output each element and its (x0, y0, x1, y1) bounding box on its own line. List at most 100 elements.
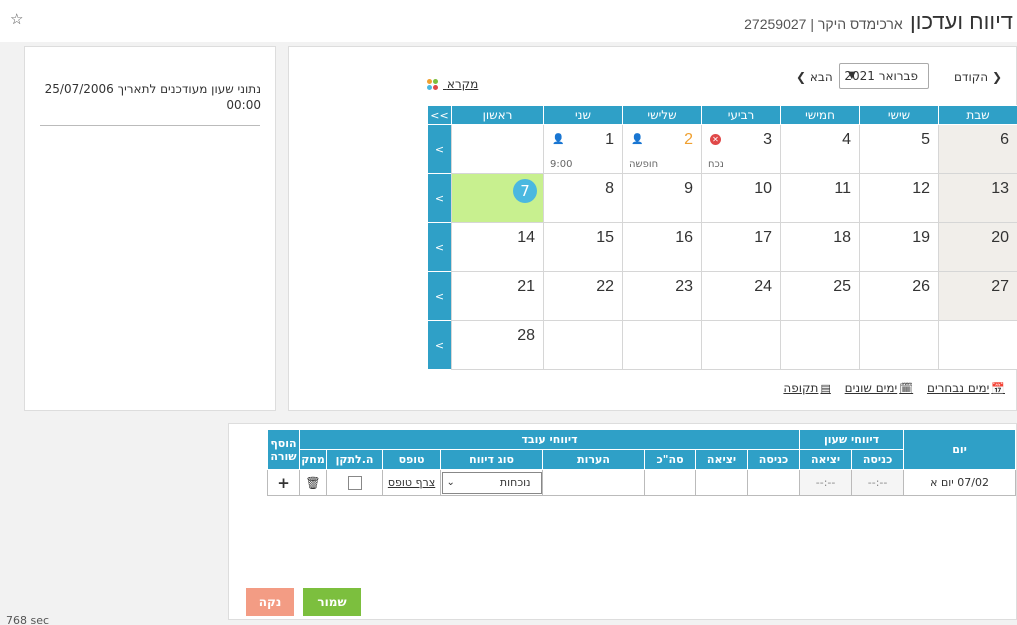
to-fix-checkbox[interactable] (347, 475, 362, 490)
row-fix-cell (326, 469, 384, 496)
page-title-main: דיווח ועדכון (910, 9, 1013, 34)
day-cell[interactable]: 27 (938, 271, 1017, 321)
star-icon[interactable]: ☆ (10, 10, 23, 28)
col-total: סה"כ (644, 449, 697, 470)
page-subtitle: ארכימדס היקר | 27259027 (744, 16, 903, 32)
week-expand-button[interactable]: > (427, 173, 452, 223)
calendar-icon: 📅 (991, 382, 1005, 395)
person-icon: 👤 (631, 134, 644, 145)
day-cell[interactable]: 21 (451, 271, 544, 321)
day-cell[interactable]: 24 (701, 271, 781, 321)
col-exit: יציאה (695, 449, 749, 470)
day-cell-empty (859, 320, 939, 370)
calendar-week-row: 28 > (427, 320, 1017, 370)
day-number: 8 (605, 180, 614, 197)
range-links: 📅ימים נבחרים 🗓ימים שונים ▤תקופה (769, 381, 1005, 395)
day-cell-empty (701, 320, 781, 370)
list-icon: ▤ (820, 382, 831, 395)
day-number: 9 (684, 180, 693, 197)
week-expand-button[interactable]: > (427, 320, 452, 370)
various-days-link[interactable]: 🗓ימים שונים (845, 381, 914, 395)
day-cell[interactable]: 8 (543, 173, 623, 223)
attach-form-link[interactable]: צרף טופס (388, 476, 435, 489)
report-table: יום דיווחי שעון דיווחי עובד הוסף שורה כנ… (267, 429, 1017, 496)
day-cell-today[interactable]: 7 (451, 173, 544, 223)
group-employee-reports: דיווחי עובד (298, 429, 801, 450)
day-number: 10 (754, 180, 772, 197)
day-cell[interactable]: 18 (780, 222, 860, 272)
day-cell[interactable]: 26 (859, 271, 939, 321)
day-number: 6 (1000, 131, 1009, 148)
table-row: 07/02 יום א --:-- --:-- נוכחות ⌄ צרף טופ… (267, 469, 1017, 496)
day-number: 14 (517, 229, 535, 246)
day-cell[interactable]: 19 (859, 222, 939, 272)
col-report-type: סוג דיווח (440, 449, 544, 470)
day-cell[interactable]: 12 (859, 173, 939, 223)
day-number: 5 (921, 131, 930, 148)
elapsed-timer: 768 sec (6, 614, 50, 625)
col-to-fix: ה.לתקן (326, 449, 384, 470)
save-button[interactable]: שמור (303, 588, 361, 616)
day-cell[interactable]: 13 (938, 173, 1017, 223)
day-cell[interactable]: 10 (701, 173, 781, 223)
day-cell[interactable]: 5 (859, 124, 939, 174)
week-expand-button[interactable]: > (427, 222, 452, 272)
day-cell[interactable]: 6 (938, 124, 1017, 174)
day-cell[interactable]: 1 👤 9:00 (543, 124, 623, 174)
day-cell[interactable]: 3 ✕ נכח (701, 124, 781, 174)
day-cell[interactable]: 25 (780, 271, 860, 321)
day-number: 12 (912, 180, 930, 197)
error-icon: ✕ (710, 134, 721, 145)
day-cell[interactable]: 4 (780, 124, 860, 174)
day-cell-empty (543, 320, 623, 370)
expand-weeks-button[interactable]: >> (427, 105, 452, 125)
week-expand-button[interactable]: > (427, 271, 452, 321)
day-number: 28 (517, 327, 535, 344)
period-link[interactable]: ▤תקופה (783, 381, 830, 395)
report-subheader-row: כניסה יציאה כניסה יציאה סה"כ הערות סוג ד… (268, 449, 1016, 470)
day-number: 2 (684, 131, 693, 148)
report-type-select[interactable]: נוכחות ⌄ (441, 471, 542, 494)
day-cell[interactable]: 14 (451, 222, 544, 272)
day-cell[interactable]: 23 (622, 271, 702, 321)
weekday-header-row: שבת שישי חמישי רביעי שלישי שני ראשון >> (427, 105, 1017, 125)
weekday-header: ראשון (451, 105, 544, 125)
day-cell[interactable]: 20 (938, 222, 1017, 272)
day-cell[interactable]: 11 (780, 173, 860, 223)
selected-days-link[interactable]: 📅ימים נבחרים (927, 381, 1005, 395)
day-cell-empty (622, 320, 702, 370)
chevron-left-icon: ❯ (796, 70, 807, 84)
day-number: 3 (763, 131, 772, 148)
page-title: דיווח ועדכון ארכימדס היקר | 27259027 (744, 9, 1013, 35)
selected-days-label: ימים נבחרים (927, 381, 990, 395)
week-expand-button[interactable]: > (427, 124, 452, 174)
row-notes-input[interactable] (542, 469, 646, 496)
next-month-button[interactable]: הבא ❯ (796, 70, 833, 84)
day-cell[interactable]: 16 (622, 222, 702, 272)
row-entry-input[interactable] (747, 469, 801, 496)
person-icon: 👤 (552, 134, 565, 145)
day-number: 27 (991, 278, 1009, 295)
day-cell[interactable]: 9 (622, 173, 702, 223)
add-row-button[interactable]: + (277, 474, 290, 492)
report-type-value: נוכחות (499, 475, 531, 489)
col-clock-entry: כניסה (851, 449, 905, 470)
day-number: 19 (912, 229, 930, 246)
day-number: 17 (754, 229, 772, 246)
day-cell[interactable]: 15 (543, 222, 623, 272)
weekday-header: חמישי (780, 105, 860, 125)
day-cell[interactable]: 22 (543, 271, 623, 321)
day-cell[interactable]: 28 (451, 320, 544, 370)
day-number: 21 (517, 278, 535, 295)
row-clock-entry: --:-- (851, 469, 905, 496)
day-number: 11 (834, 180, 851, 197)
legend-link[interactable]: מקרא (427, 77, 478, 91)
row-exit-input[interactable] (695, 469, 749, 496)
divider (40, 125, 260, 126)
prev-month-button[interactable]: ❮ הקודם (954, 70, 1002, 84)
day-cell[interactable]: 17 (701, 222, 781, 272)
clear-button[interactable]: נקה (246, 588, 294, 616)
trash-icon[interactable]: 🗑 (305, 476, 320, 490)
month-select[interactable]: פברואר 2021 ▼ (839, 63, 929, 89)
day-cell[interactable]: 2 👤 חופשה (622, 124, 702, 174)
